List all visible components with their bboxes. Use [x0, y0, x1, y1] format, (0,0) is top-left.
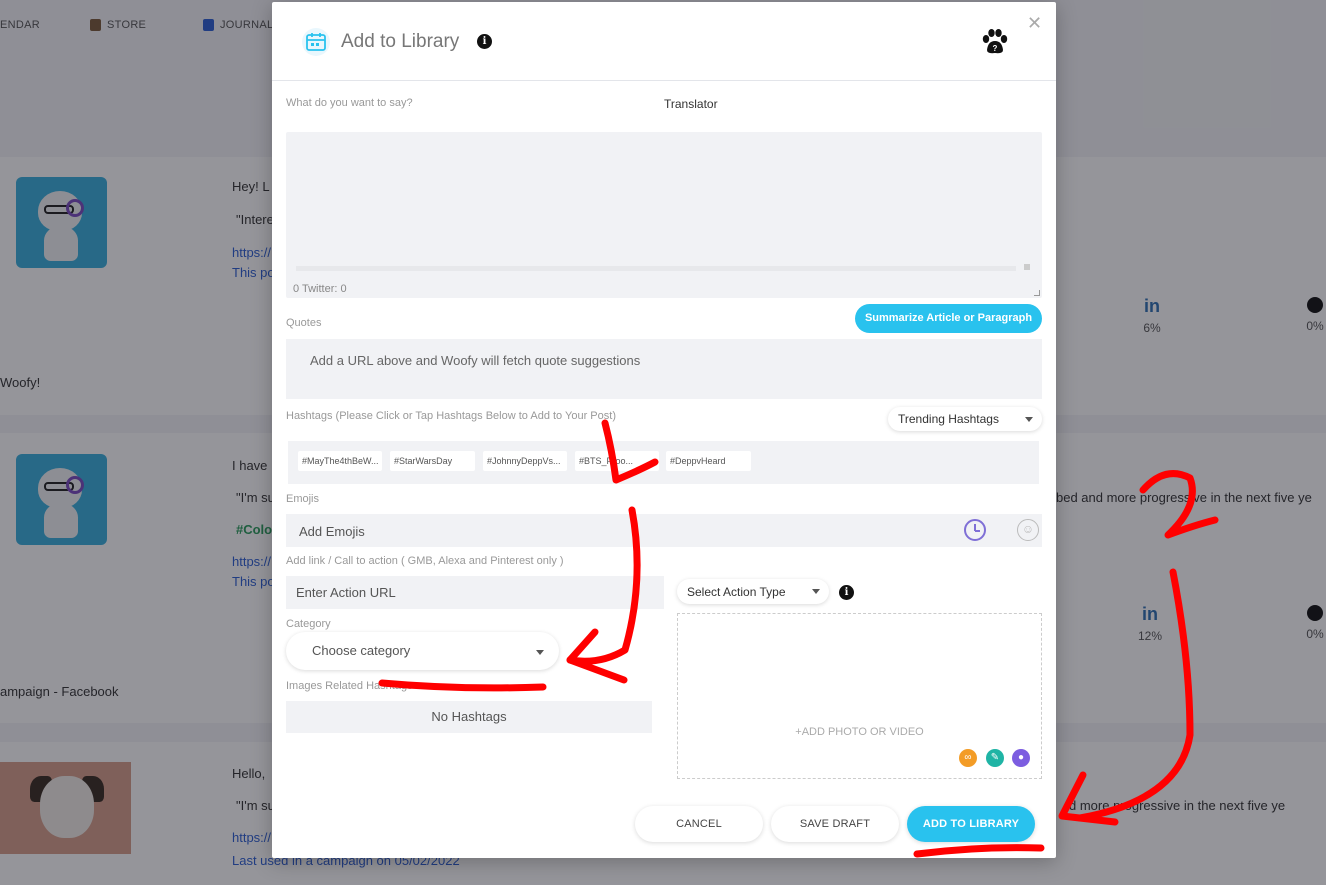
post-textarea[interactable]: 0 Twitter: 0 — [286, 132, 1042, 298]
modal-header: Add to Library i ? ✕ — [272, 2, 1056, 81]
quotes-placeholder: Add a URL above and Woofy will fetch quo… — [310, 353, 641, 368]
emoji-input[interactable]: Add Emojis ☺ — [286, 514, 1042, 547]
translator-link[interactable]: Translator — [664, 97, 718, 111]
save-draft-button[interactable]: SAVE DRAFT — [771, 806, 899, 842]
category-select-value: Choose category — [312, 643, 411, 658]
images-related-label: Images Related Hashtags — [286, 680, 413, 692]
paw-help-icon[interactable]: ? — [980, 28, 1010, 56]
hashtags-label: Hashtags (Please Click or Tap Hashtags B… — [286, 410, 616, 422]
lightbulb-icon[interactable]: ● — [1012, 749, 1030, 767]
quotes-box: Add a URL above and Woofy will fetch quo… — [286, 339, 1042, 399]
svg-text:?: ? — [993, 44, 998, 53]
smiley-icon[interactable]: ☺ — [1017, 519, 1039, 541]
action-url-field[interactable] — [286, 576, 664, 609]
resize-handle[interactable] — [1034, 290, 1040, 296]
category-label: Category — [286, 618, 331, 630]
action-info-icon[interactable]: i — [839, 585, 854, 600]
media-dropzone[interactable]: +ADD PHOTO OR VIDEO ∞ ✎ ● — [677, 613, 1042, 779]
emojis-label: Emojis — [286, 493, 320, 505]
horizontal-scrollbar[interactable] — [296, 266, 1016, 271]
hashtag-chip[interactable]: #JohnnyDeppVs... — [483, 451, 567, 471]
summarize-button[interactable]: Summarize Article or Paragraph — [855, 304, 1042, 333]
hashtag-chip[interactable]: #DeppvHeard — [666, 451, 751, 471]
add-photo-video[interactable]: +ADD PHOTO OR VIDEO — [678, 726, 1041, 738]
trending-hashtags-select[interactable]: Trending Hashtags — [888, 407, 1042, 431]
chevron-down-icon — [812, 589, 820, 594]
add-to-library-modal: Add to Library i ? ✕ What do you want to… — [272, 2, 1056, 858]
hashtag-list: #MayThe4thBeW... #StarWarsDay #JohnnyDep… — [288, 441, 1039, 484]
action-type-select[interactable]: Select Action Type — [677, 579, 829, 604]
quotes-label: Quotes — [286, 317, 322, 329]
trending-select-value: Trending Hashtags — [898, 412, 999, 426]
modal-title: Add to Library — [341, 31, 460, 52]
chevron-down-icon — [536, 650, 544, 655]
action-type-value: Select Action Type — [687, 585, 786, 599]
close-icon[interactable]: ✕ — [1027, 13, 1042, 34]
calendar-icon — [302, 28, 330, 56]
hashtag-chip[interactable]: #MayThe4thBeW... — [298, 451, 382, 471]
character-counts: 0 Twitter: 0 — [293, 283, 347, 295]
chevron-down-icon — [1025, 417, 1033, 422]
add-to-library-button[interactable]: ADD TO LIBRARY — [907, 806, 1035, 842]
recent-emoji-clock-icon[interactable] — [964, 519, 986, 541]
emoji-placeholder: Add Emojis — [299, 524, 365, 539]
action-url-input[interactable] — [286, 576, 664, 609]
link-icon[interactable]: ∞ — [959, 749, 977, 767]
cancel-button[interactable]: CANCEL — [635, 806, 763, 842]
category-select[interactable]: Choose category — [286, 632, 559, 670]
hashtag-chip[interactable]: #StarWarsDay — [390, 451, 475, 471]
edit-icon[interactable]: ✎ — [986, 749, 1004, 767]
no-hashtags-box: No Hashtags — [286, 701, 652, 733]
info-icon[interactable]: i — [477, 34, 492, 49]
scroll-knob[interactable] — [1024, 264, 1030, 270]
what-label: What do you want to say? — [286, 97, 413, 109]
link-label: Add link / Call to action ( GMB, Alexa a… — [286, 555, 564, 567]
hashtag-chip[interactable]: #BTS_Proo... — [575, 451, 659, 471]
